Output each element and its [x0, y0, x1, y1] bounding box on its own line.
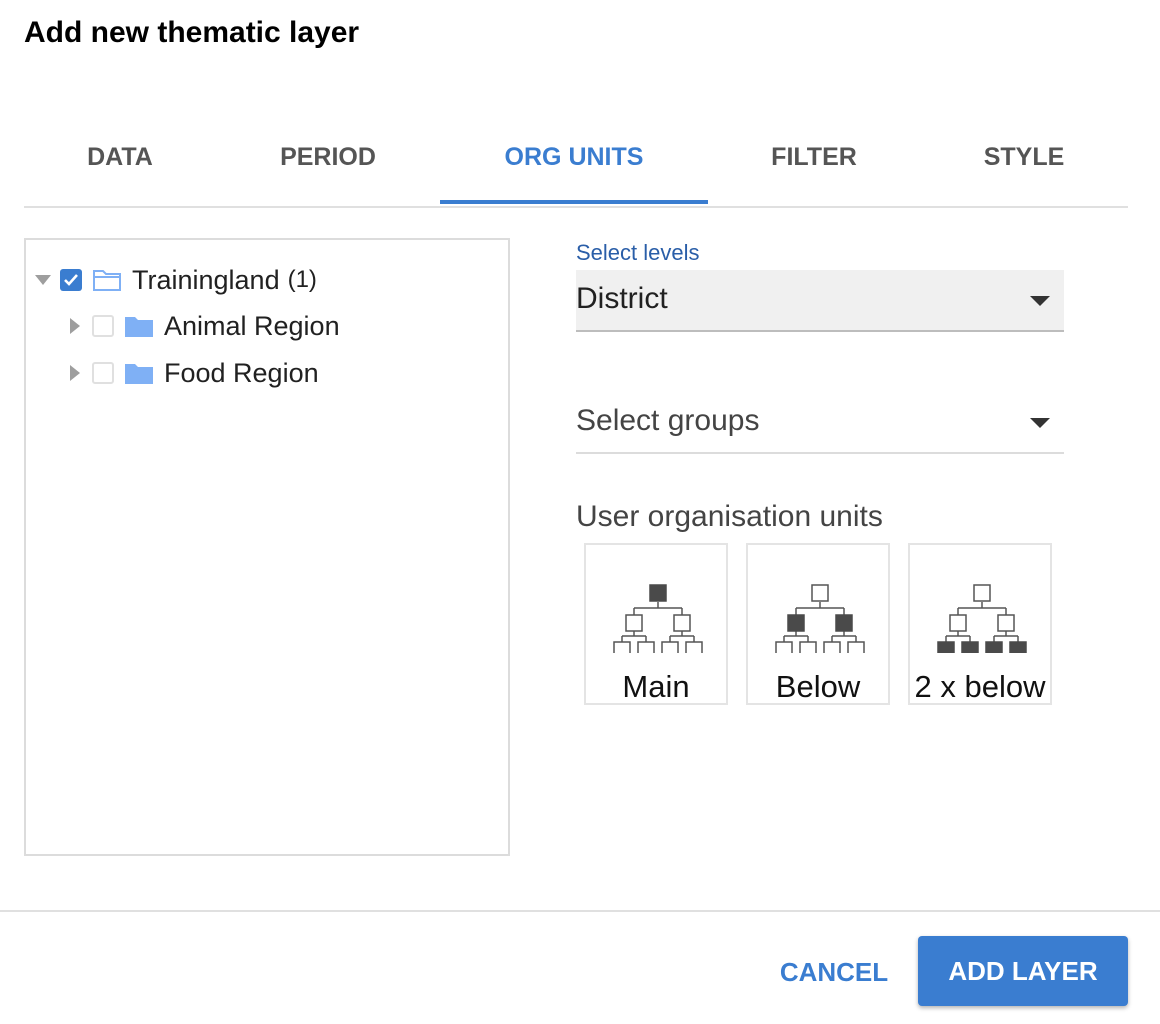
tree-node-root: Trainingland (1): [32, 260, 317, 300]
tab-filter[interactable]: FILTER: [708, 126, 920, 204]
select-groups-placeholder: Select groups: [576, 404, 760, 437]
select-levels-caption: Select levels: [576, 240, 700, 265]
select-levels-value: District: [576, 282, 668, 315]
user-ou-below-label: Below: [775, 669, 861, 704]
expand-arrow-icon[interactable]: [64, 315, 86, 337]
tree-node-label[interactable]: Food Region: [164, 358, 319, 389]
dropdown-arrow-icon: [1030, 296, 1050, 306]
footer-divider: [0, 910, 1160, 912]
hierarchy-2x-below-icon: [937, 584, 1027, 653]
add-layer-button[interactable]: ADD LAYER: [918, 936, 1128, 1006]
dialog-title: Add new thematic layer: [24, 16, 360, 49]
user-ou-2x-below-button[interactable]: 2 x below: [908, 543, 1052, 705]
tree-node-count: (1): [287, 266, 317, 293]
node-checkbox[interactable]: [92, 315, 114, 337]
select-groups-dropdown[interactable]: Select groups: [576, 392, 1064, 454]
select-levels-dropdown[interactable]: District: [576, 270, 1064, 332]
tab-data[interactable]: DATA: [24, 126, 216, 204]
user-ou-main-label: Main: [622, 669, 690, 704]
org-unit-tree: Trainingland (1) Animal Region Food Regi…: [24, 238, 510, 856]
node-checkbox[interactable]: [92, 362, 114, 384]
folder-icon: [125, 364, 153, 384]
tab-bar: DATA PERIOD ORG UNITS FILTER STYLE: [24, 126, 1128, 208]
tab-period[interactable]: PERIOD: [216, 126, 440, 204]
tab-style[interactable]: STYLE: [920, 126, 1128, 204]
dropdown-arrow-icon: [1030, 418, 1050, 428]
tree-node-label[interactable]: Trainingland: [132, 265, 280, 296]
expand-arrow-icon[interactable]: [64, 362, 86, 384]
folder-open-icon: [93, 270, 121, 291]
root-checkbox[interactable]: [60, 269, 82, 291]
tree-node: Food Region: [64, 353, 319, 393]
collapse-arrow-icon[interactable]: [32, 269, 54, 291]
user-ou-2x-below-label: 2 x below: [914, 669, 1046, 704]
tree-node-label[interactable]: Animal Region: [164, 311, 340, 342]
user-ou-main-button[interactable]: Main: [584, 543, 728, 705]
user-org-units-label: User organisation units: [576, 500, 883, 533]
hierarchy-below-icon: [775, 584, 865, 653]
hierarchy-main-icon: [613, 584, 703, 653]
tree-node: Animal Region: [64, 306, 340, 346]
tab-org-units[interactable]: ORG UNITS: [440, 126, 708, 204]
user-ou-below-button[interactable]: Below: [746, 543, 890, 705]
cancel-button[interactable]: CANCEL: [766, 938, 902, 1006]
folder-icon: [125, 317, 153, 337]
